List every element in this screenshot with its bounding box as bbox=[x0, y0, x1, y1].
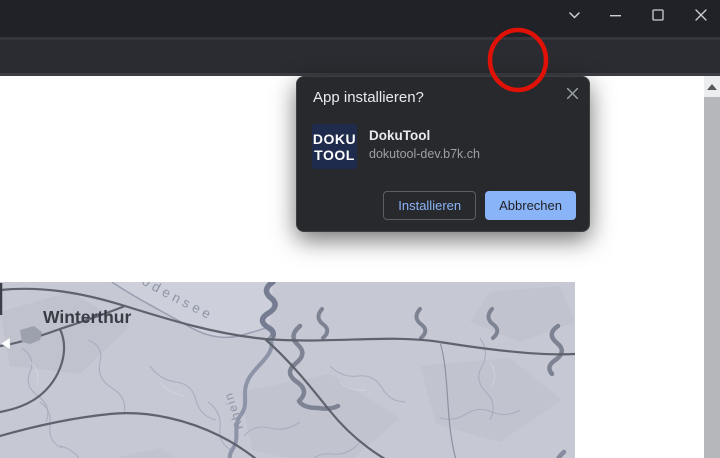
dialog-buttons: Installieren Abbrechen bbox=[383, 191, 576, 220]
minimize-button[interactable] bbox=[595, 0, 635, 30]
titlebar bbox=[0, 0, 720, 37]
app-logo: DOKU TOOL bbox=[312, 124, 357, 169]
app-origin: dokutool-dev.b7k.ch bbox=[369, 147, 480, 161]
minimize-icon bbox=[610, 9, 621, 21]
app-logo-line2: TOOL bbox=[314, 147, 355, 163]
browser-toolbar bbox=[0, 40, 720, 73]
scrollbar-thumb[interactable] bbox=[704, 97, 720, 458]
maximize-icon bbox=[652, 9, 664, 21]
browser-window: Winterthur Bodensee Rhein App installier… bbox=[0, 0, 720, 458]
dialog-title: App installieren? bbox=[313, 89, 424, 106]
close-icon bbox=[567, 88, 578, 99]
chevron-down-icon bbox=[569, 12, 580, 19]
dialog-close-button[interactable] bbox=[563, 84, 581, 102]
close-window-button[interactable] bbox=[681, 0, 720, 30]
close-icon bbox=[695, 9, 707, 21]
map-image[interactable]: Winterthur Bodensee Rhein bbox=[0, 282, 575, 458]
maximize-button[interactable] bbox=[638, 0, 678, 30]
scroll-up-arrow-icon bbox=[707, 84, 717, 90]
tab-search-button[interactable] bbox=[554, 0, 594, 30]
app-logo-line1: DOKU bbox=[313, 131, 356, 147]
cancel-button[interactable]: Abbrechen bbox=[485, 191, 576, 220]
scroll-up-button[interactable] bbox=[704, 76, 720, 97]
map-label-city: Winterthur bbox=[43, 307, 131, 327]
vertical-scrollbar[interactable] bbox=[704, 76, 720, 458]
install-app-dialog: App installieren? DOKU TOOL DokuTool dok… bbox=[296, 76, 590, 232]
install-button[interactable]: Installieren bbox=[383, 191, 476, 220]
app-name: DokuTool bbox=[369, 128, 430, 143]
